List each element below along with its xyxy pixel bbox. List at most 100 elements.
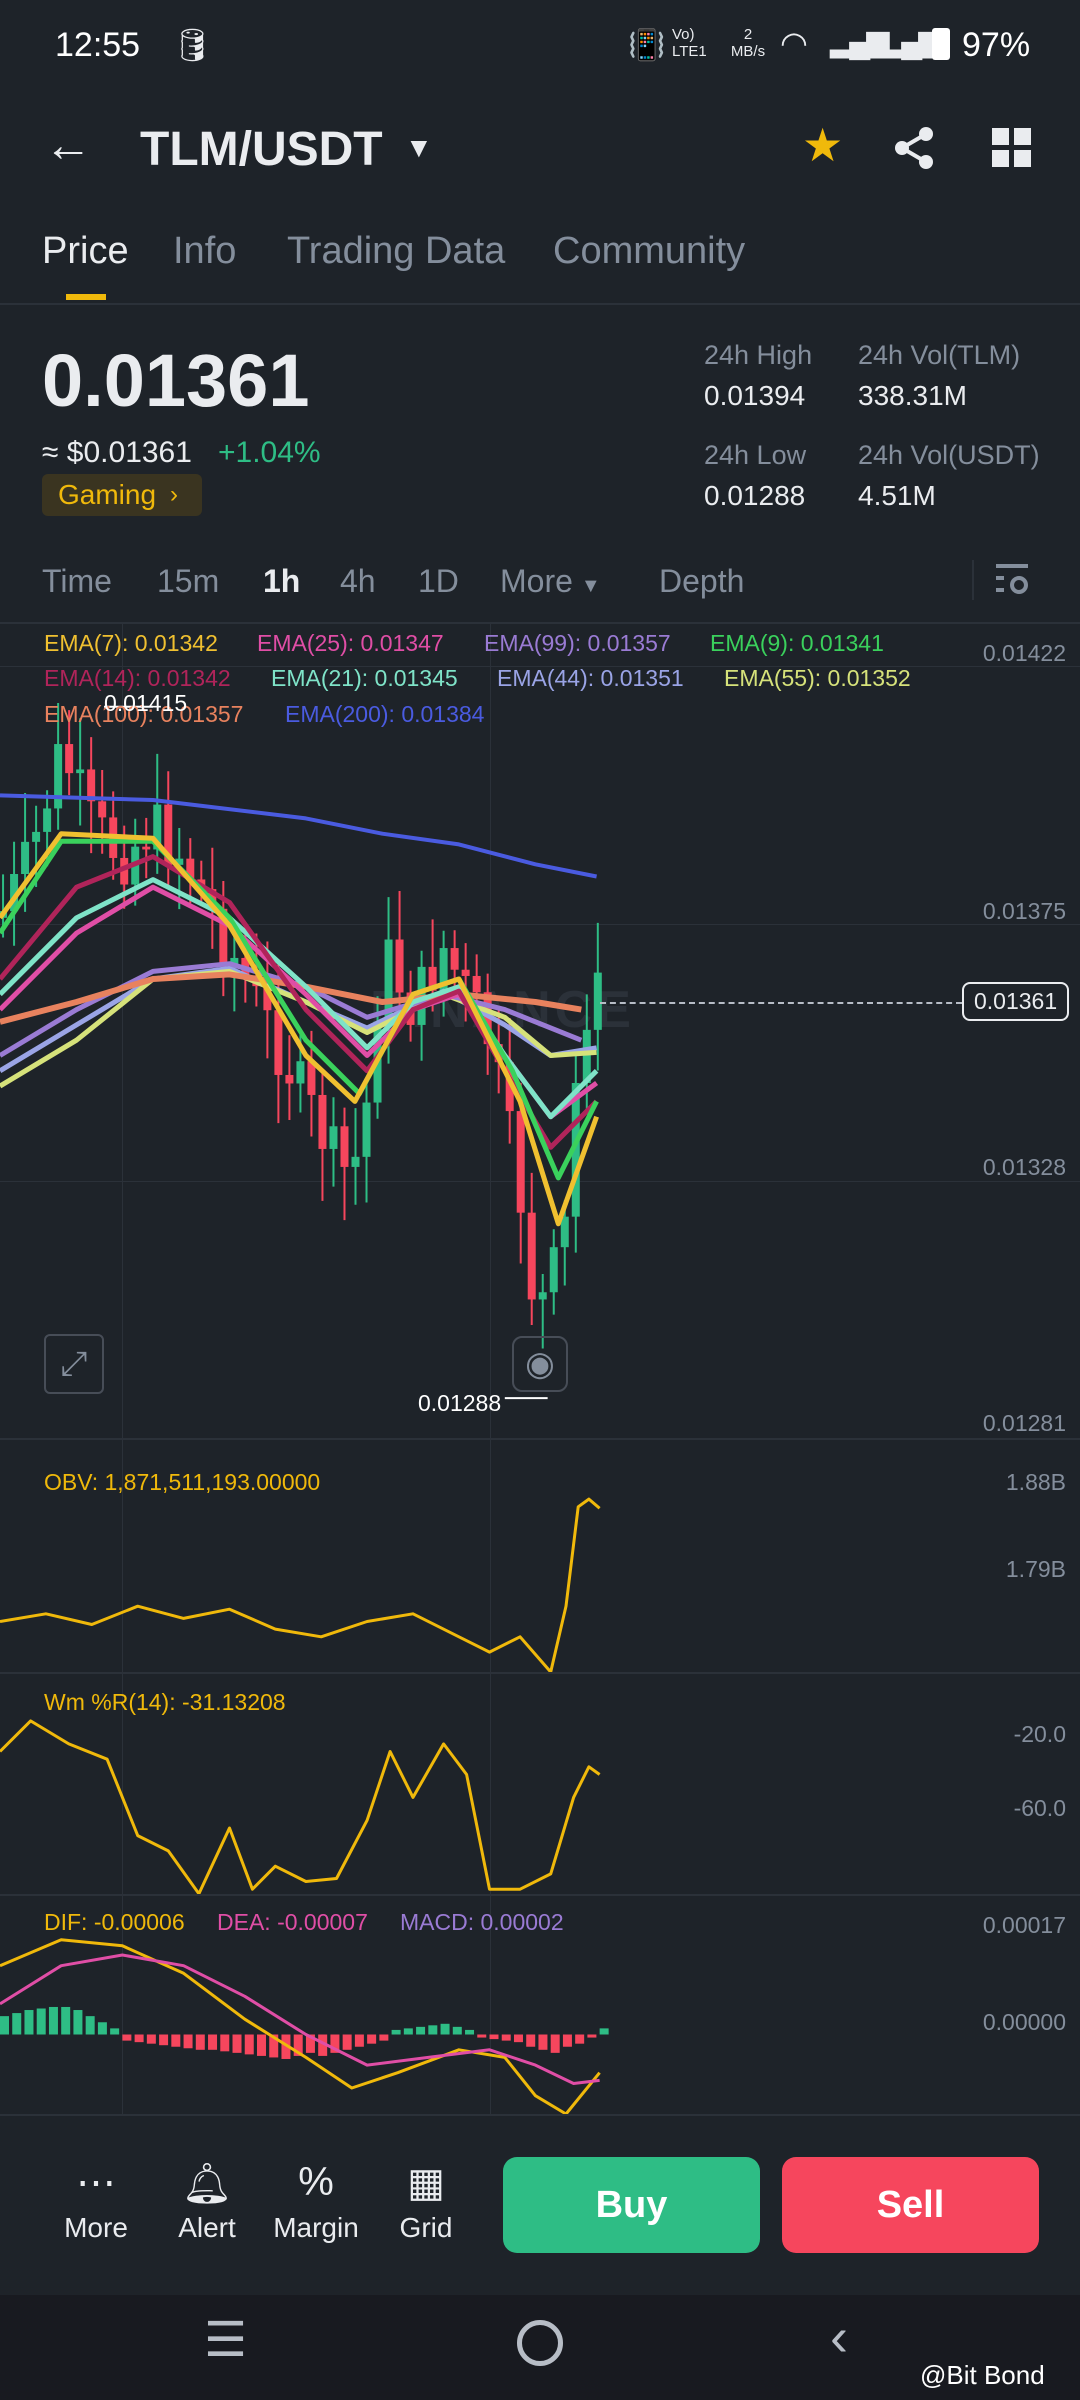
candle [296,1061,305,1084]
macd-histogram-bar [379,2034,389,2041]
obv-axis-label: 1.79B [1005,1556,1066,1582]
candle [340,1126,349,1167]
macd-histogram-bar [489,2034,499,2040]
macd-histogram-bar [391,2029,401,2035]
macd-histogram-bar [452,2026,462,2035]
ema9-legend: EMA(9): 0.01341 [710,630,884,656]
candle [32,831,41,842]
macd-histogram-bar [122,2034,132,2041]
williams-r-line [0,1719,601,1896]
macd-histogram-bar [220,2034,230,2052]
current-price-line [600,1002,962,1004]
margin-label: Margin [273,2212,359,2243]
macd-histogram-bar [232,2034,242,2053]
ema25-legend: EMA(25): 0.01347 [257,630,444,656]
candle [318,1094,327,1149]
macd-dea-label: DEA: -0.00007 [217,1909,368,1935]
eye-icon[interactable]: ◉ [512,1336,568,1392]
grid-button[interactable]: ▦ Grid [371,2160,481,2244]
macd-axis-label: 0.00017 [982,1912,1066,1938]
more-label: More [64,2212,128,2243]
more-dots-icon: ⋯ [76,2161,116,2205]
recents-icon[interactable]: ☰ [204,2312,247,2368]
macd-histogram-bar [73,2010,83,2035]
ema200-legend: EMA(200): 0.01384 [285,701,485,727]
back-nav-icon[interactable]: ‹ [830,2306,848,2368]
macd-histogram-bar [97,2022,107,2035]
ema7-legend: EMA(7): 0.01342 [44,630,218,656]
macd-histogram-bar [403,2028,413,2035]
alert-button[interactable]: 🔔︎ Alert [152,2160,262,2244]
grid-label: Grid [399,2212,453,2243]
macd-histogram-bar [501,2034,511,2041]
candle [43,808,52,832]
chart-low-label: 0.01288 [418,1390,502,1416]
williams-r-label: Wm %R(14): -31.13208 [44,1689,286,1715]
ema55-legend: EMA(55): 0.01352 [724,665,911,691]
macd-histogram-bar [367,2034,377,2044]
macd-histogram-bar [110,2028,120,2035]
chart-high-label: 0.01415 [104,690,188,716]
candle [76,769,85,774]
candle [395,939,404,993]
candle [98,801,107,818]
macd-histogram-bar [48,2006,58,2035]
home-icon[interactable] [517,2320,563,2366]
macd-histogram-bar [538,2034,548,2050]
macd-histogram-bar [465,2029,475,2035]
macd-histogram-bar [195,2034,205,2050]
price-axis-label: 0.01422 [982,640,1066,666]
candle [329,1126,338,1149]
macd-histogram-bar [134,2034,144,2043]
current-price-tag: 0.01361 [962,982,1070,1021]
percent-icon: % [298,2160,334,2204]
candle [274,1010,283,1075]
price-axis-label: 0.01375 [982,898,1066,924]
margin-button[interactable]: % Margin [261,2160,371,2244]
candle [527,1212,536,1300]
candle [472,975,481,993]
buy-button[interactable]: Buy [503,2157,760,2253]
macd-axis-label: 0.00000 [982,2009,1066,2035]
sell-button[interactable]: Sell [782,2157,1039,2253]
macd-histogram-bar [183,2034,193,2049]
macd-histogram-bar [159,2034,169,2046]
macd-histogram-bar [562,2034,572,2047]
candlestick-chart[interactable] [0,0,1080,2400]
macd-histogram-bar [24,2010,34,2035]
macd-histogram-bar [256,2034,266,2056]
macd-histogram-bar [599,2028,609,2035]
macd-histogram-bar [575,2034,585,2044]
ema99-legend: EMA(99): 0.01357 [484,630,671,656]
candle [450,948,459,970]
macd-histogram-bar [244,2034,254,2055]
macd-histogram-bar [416,2026,426,2035]
bell-icon: 🔔︎ [181,2162,233,2206]
divider [0,2114,1080,2116]
macd-dif-label: DIF: -0.00006 [44,1909,185,1935]
macd-histogram-bar [550,2034,560,2053]
more-button[interactable]: ⋯ More [41,2160,151,2244]
macd-histogram-bar [342,2034,352,2050]
obv-axis-label: 1.88B [1005,1469,1066,1495]
macd-histogram-bar [587,2034,597,2038]
wmr-axis-label: -60.0 [1013,1795,1066,1821]
macd-histogram-bar [440,2023,450,2035]
macd-histogram-bar [477,2034,487,2038]
candle [21,841,30,875]
candle [516,1111,525,1213]
credit-watermark: @Bit Bond [920,2360,1045,2390]
price-axis-label: 0.01281 [982,1410,1066,1436]
ema14-legend: EMA(14): 0.01342 [44,665,231,691]
macd-histogram-bar [208,2034,218,2050]
macd-histogram-bar [513,2034,523,2043]
candle [461,969,470,976]
candle [351,1156,360,1167]
macd-histogram-bar [171,2034,181,2047]
obv-label: OBV: 1,871,511,193.00000 [44,1469,321,1495]
candle [285,1074,294,1084]
macd-histogram-bar [526,2034,536,2047]
macd-histogram-bar [354,2034,364,2047]
candle [538,1292,547,1300]
fullscreen-icon[interactable]: ⤢ [44,1334,104,1394]
